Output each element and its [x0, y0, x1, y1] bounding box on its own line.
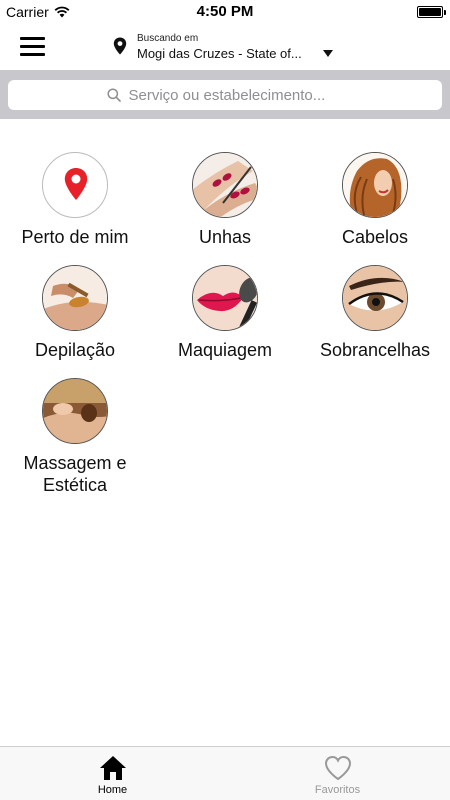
- tab-label: Home: [97, 784, 128, 796]
- tab-favoritos[interactable]: Favoritos: [225, 747, 450, 800]
- category-maquiagem[interactable]: Maquiagem: [150, 265, 300, 361]
- category-label: Massagem e Estética: [23, 453, 127, 495]
- category-label: Sobrancelhas: [319, 340, 431, 360]
- tab-home[interactable]: Home: [0, 747, 225, 800]
- location-selector[interactable]: Buscando em Mogi das Cruzes - State of..…: [113, 33, 343, 65]
- category-image: [192, 265, 258, 331]
- status-bar: Carrier 4:50 PM: [0, 0, 450, 24]
- chevron-down-icon: [323, 50, 333, 57]
- massage-photo: [43, 379, 107, 443]
- tab-bar: Home Favoritos: [0, 746, 450, 800]
- category-label: Cabelos: [341, 227, 409, 247]
- location-label: Buscando em: [137, 33, 199, 44]
- eyebrow-photo: [343, 266, 407, 330]
- hair-photo: [343, 153, 407, 217]
- nails-photo: [193, 153, 257, 217]
- search-input[interactable]: [128, 86, 344, 104]
- makeup-photo: [193, 266, 257, 330]
- category-image: [42, 265, 108, 331]
- category-image: [42, 378, 108, 444]
- category-label: Perto de mim: [21, 227, 129, 247]
- category-unhas[interactable]: Unhas: [150, 152, 300, 248]
- location-value: Mogi das Cruzes - State of...: [137, 46, 302, 61]
- category-label: Unhas: [198, 227, 252, 247]
- battery-icon: [417, 6, 446, 18]
- heart-icon: [324, 755, 351, 781]
- category-sobrancelhas[interactable]: Sobrancelhas: [300, 265, 450, 361]
- search-bar-container: [0, 70, 450, 119]
- search-icon: [106, 88, 121, 102]
- category-label: Depilação: [34, 340, 116, 360]
- menu-line: [20, 37, 45, 40]
- category-perto-de-mim[interactable]: Perto de mim: [0, 152, 150, 248]
- status-time: 4:50 PM: [196, 3, 254, 20]
- category-cabelos[interactable]: Cabelos: [300, 152, 450, 248]
- tab-label: Favoritos: [314, 784, 361, 796]
- search-box[interactable]: [8, 80, 442, 110]
- location-pin-icon: [113, 37, 127, 55]
- waxing-photo: [43, 266, 107, 330]
- category-image: [192, 152, 258, 218]
- category-depilacao[interactable]: Depilação: [0, 265, 150, 361]
- home-icon: [99, 756, 126, 780]
- hamburger-menu-button[interactable]: [20, 37, 48, 59]
- map-pin-icon: [64, 168, 88, 200]
- category-image: [342, 152, 408, 218]
- menu-line: [20, 53, 45, 56]
- menu-line: [20, 45, 45, 48]
- category-massagem-estetica[interactable]: Massagem e Estética: [0, 378, 150, 496]
- app-header: Buscando em Mogi das Cruzes - State of..…: [0, 24, 450, 70]
- category-image: [42, 152, 108, 218]
- category-label: Maquiagem: [177, 340, 273, 360]
- category-image: [342, 265, 408, 331]
